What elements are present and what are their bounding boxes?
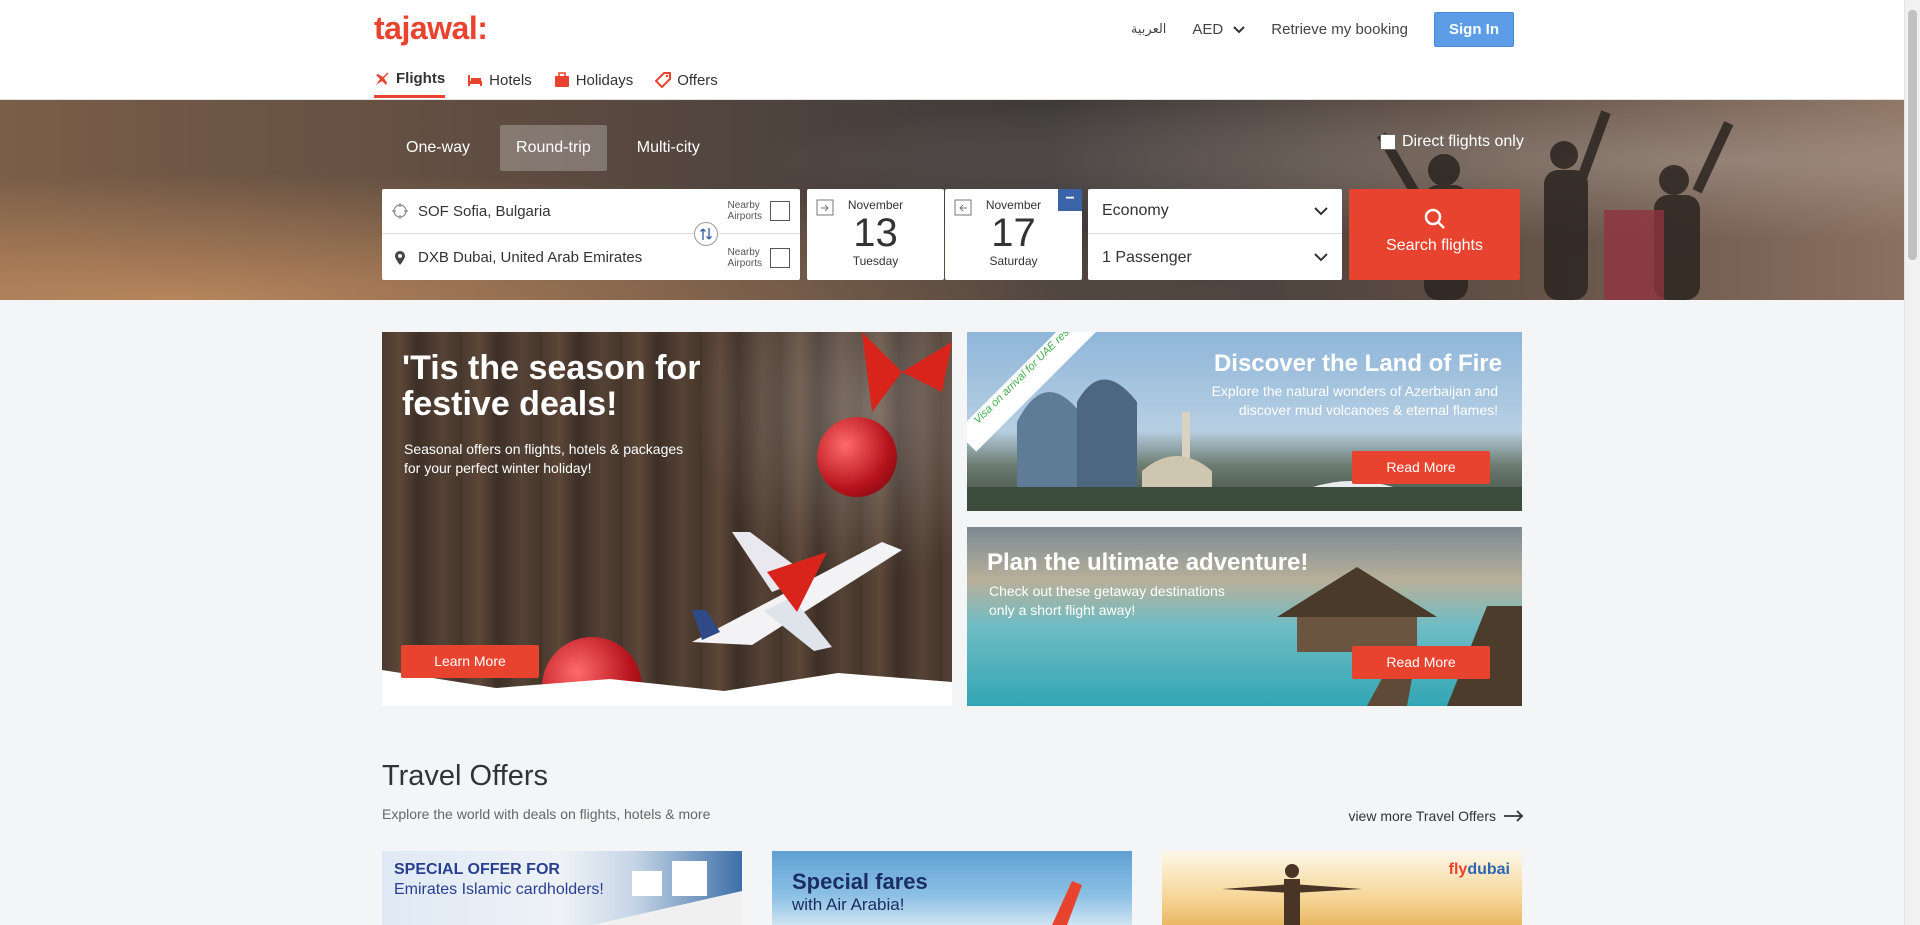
return-day: 17 (991, 211, 1036, 255)
nearby-airports-label: Nearby Airports (727, 246, 762, 269)
santorini-image (592, 861, 742, 925)
view-more-label: view more Travel Offers (1348, 808, 1496, 824)
logo[interactable]: tajawal: (374, 10, 488, 47)
promo-adventure[interactable]: Plan the ultimate adventure! Check out t… (967, 527, 1522, 706)
depart-date-field[interactable]: November 13 Tuesday (807, 189, 944, 280)
person-silhouette-image (1222, 864, 1362, 925)
retrieve-booking-link[interactable]: Retrieve my booking (1271, 21, 1408, 38)
travel-offers-subtitle: Explore the world with deals on flights,… (382, 806, 711, 822)
chevron-down-icon (1314, 253, 1328, 262)
offer-title: SPECIAL OFFER FOR (394, 861, 560, 878)
main-nav: Flights Hotels Holidays Offers (374, 70, 718, 98)
logo-dubai: dubai (1467, 861, 1510, 878)
origin-field[interactable]: SOF Sofia, Bulgaria Nearby Airports (382, 189, 800, 234)
destination-field[interactable]: DXB Dubai, United Arab Emirates Nearby Ai… (382, 235, 800, 280)
cabin-passenger-fields: Economy 1 Passenger (1088, 189, 1342, 280)
calendar-depart-icon (816, 199, 834, 216)
nav-label: Hotels (489, 71, 532, 89)
learn-more-button[interactable]: Learn More (401, 645, 539, 678)
view-more-offers-link[interactable]: view more Travel Offers (1348, 808, 1524, 824)
ribbon-bow-image (862, 332, 952, 412)
search-icon (1424, 208, 1445, 229)
festive-title: 'Tis the season for festive deals! (402, 349, 701, 423)
location-pin-icon (395, 250, 405, 265)
direct-flights-checkbox[interactable]: Direct flights only (1380, 133, 1524, 151)
promo-land-of-fire[interactable]: Visa on arrival for UAE residents Discov… (967, 332, 1522, 511)
adventure-title: Plan the ultimate adventure! (987, 549, 1309, 576)
beach-hut-image (1277, 567, 1522, 706)
offer-subtitle: Emirates Islamic cardholders! (394, 881, 604, 898)
passengers-select[interactable]: 1 Passenger (1088, 235, 1342, 280)
nav-label: Holidays (575, 71, 634, 89)
nearby-origin-checkbox[interactable] (770, 201, 790, 221)
nav-offers[interactable]: Offers (655, 70, 718, 98)
search-hero: One-way Round-trip Multi-city Direct fli… (0, 100, 1904, 300)
tag-icon (655, 72, 672, 88)
adventure-subtitle: Check out these getaway destinations onl… (989, 583, 1225, 618)
toy-plane-image (692, 532, 902, 651)
return-weekday: Saturday (989, 254, 1038, 268)
nav-hotels[interactable]: Hotels (467, 70, 532, 98)
fire-title: Discover the Land of Fire (1213, 350, 1502, 377)
site-header: tajawal: العربية AED Retrieve my booking… (0, 0, 1904, 100)
depart-day: 13 (853, 211, 898, 255)
travel-offers-title: Travel Offers (382, 760, 548, 792)
return-date-field[interactable]: November 17 Saturday − (945, 189, 1082, 280)
swap-locations-button[interactable] (694, 222, 718, 246)
direct-flights-label: Direct flights only (1402, 133, 1524, 150)
crosshair-icon (392, 203, 408, 219)
nav-flights[interactable]: Flights (374, 70, 446, 98)
depart-weekday: Tuesday (852, 254, 899, 268)
cabin-class-select[interactable]: Economy (1088, 189, 1342, 234)
plane-icon (376, 72, 389, 85)
search-flights-button[interactable]: Search flights (1349, 189, 1520, 280)
search-button-label: Search flights (1386, 237, 1483, 254)
arrow-right-icon (1504, 810, 1524, 822)
trip-type-tabs: One-way Round-trip Multi-city (390, 125, 716, 171)
location-fields: SOF Sofia, Bulgaria Nearby Airports DXB D… (382, 189, 800, 280)
offer-title: Special fares (792, 869, 928, 894)
offer-card-flydubai[interactable]: flydubai (1162, 851, 1522, 925)
offer-card-emirates-islamic[interactable]: SPECIAL OFFER FOR Emirates Islamic cardh… (382, 851, 742, 925)
suitcase-icon (554, 72, 569, 87)
remove-return-button[interactable]: − (1058, 189, 1082, 211)
nav-holidays[interactable]: Holidays (554, 70, 634, 98)
chevron-down-icon (1314, 206, 1328, 215)
destination-value[interactable]: DXB Dubai, United Arab Emirates (418, 249, 728, 266)
checkbox-box[interactable] (1380, 134, 1396, 150)
nearby-destination-checkbox[interactable] (770, 247, 790, 268)
page-scrollbar[interactable] (1904, 0, 1920, 925)
nearby-airports-label: Nearby Airports (727, 200, 762, 222)
scrollbar-thumb[interactable] (1908, 10, 1917, 260)
nav-label: Offers (677, 71, 718, 89)
plane-tail-image (1052, 881, 1082, 925)
nav-label: Flights (396, 70, 446, 87)
origin-value[interactable]: SOF Sofia, Bulgaria (418, 203, 728, 220)
passengers-value: 1 Passenger (1102, 248, 1192, 266)
calendar-return-icon (954, 199, 972, 216)
tab-multi-city[interactable]: Multi-city (621, 125, 716, 171)
promo-festive[interactable]: 'Tis the season for festive deals! Seaso… (382, 332, 952, 706)
read-more-button[interactable]: Read More (1352, 646, 1490, 679)
swap-arrows-icon (700, 228, 712, 240)
ornament-image (817, 417, 897, 497)
cabin-class-value: Economy (1102, 202, 1169, 219)
bed-icon (468, 75, 483, 86)
tab-one-way[interactable]: One-way (390, 125, 486, 171)
fire-subtitle: Explore the natural wonders of Azerbaija… (1211, 383, 1498, 418)
language-switch[interactable]: العربية (1131, 22, 1167, 37)
logo-fly: fly (1448, 861, 1468, 878)
festive-subtitle: Seasonal offers on flights, hotels & pac… (404, 441, 684, 476)
offer-subtitle: with Air Arabia! (792, 895, 905, 914)
currency-label: AED (1192, 21, 1224, 38)
flydubai-logo: flydubai (1449, 861, 1510, 879)
header-actions: العربية AED Retrieve my booking Sign In (1131, 12, 1514, 47)
chevron-down-icon (1233, 25, 1245, 33)
offer-card-air-arabia[interactable]: Special fares with Air Arabia! (772, 851, 1132, 925)
currency-selector[interactable]: AED (1192, 21, 1245, 38)
read-more-button[interactable]: Read More (1352, 451, 1490, 484)
sign-in-button[interactable]: Sign In (1434, 12, 1514, 47)
tab-round-trip[interactable]: Round-trip (500, 125, 607, 171)
